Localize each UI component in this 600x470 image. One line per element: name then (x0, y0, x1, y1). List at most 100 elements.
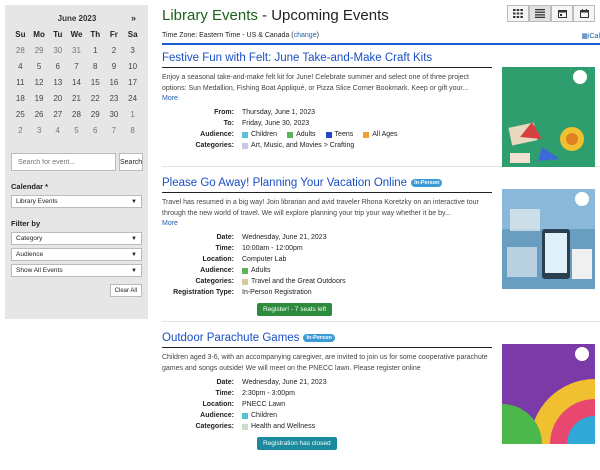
calendar-day[interactable]: 6 (48, 59, 67, 75)
calendar-day[interactable]: 14 (67, 75, 86, 91)
calendar-day[interactable]: 29 (30, 43, 49, 59)
calendar-day[interactable]: 7 (105, 123, 124, 139)
audience-tag[interactable]: Teens (325, 129, 354, 140)
calendar-day[interactable]: 29 (86, 107, 105, 123)
search-button[interactable]: Search (119, 153, 144, 171)
grid-view-icon[interactable] (507, 5, 529, 22)
calendar-day-icon[interactable] (551, 5, 573, 22)
audience-select[interactable]: Audience ▼ (11, 248, 142, 261)
registration-label: Registration Type: (173, 289, 234, 296)
calendar-day[interactable]: 7 (67, 59, 86, 75)
calendar-month: June 2023 (57, 13, 97, 23)
event-image[interactable] (502, 67, 595, 167)
category-tag[interactable]: Art, Music, and Movies > Crafting (242, 140, 354, 151)
calendar-day[interactable]: 26 (30, 107, 49, 123)
page-title-sub: - Upcoming Events (257, 7, 389, 24)
calendar-day[interactable]: 5 (67, 123, 86, 139)
calendar-day[interactable]: 15 (86, 75, 105, 91)
detail-value: Wednesday, June 21, 2023 (242, 234, 327, 241)
categories-label: Categories: (195, 142, 234, 149)
detail-value: PNECC Lawn (242, 401, 286, 408)
clear-all-button[interactable]: Clear All (109, 284, 142, 297)
category-tag[interactable]: Health and Wellness (242, 421, 315, 432)
calendar-day[interactable]: 4 (11, 59, 30, 75)
change-timezone-link[interactable]: change (294, 32, 317, 39)
calendar-day[interactable]: 23 (105, 91, 124, 107)
audience-tag[interactable]: All Ages (363, 129, 398, 140)
event-title-row: Please Go Away! Planning Your Vacation O… (162, 177, 600, 189)
audience-tag[interactable]: Children (242, 410, 277, 421)
calendar-header: June 2023 » (11, 11, 142, 25)
show-events-select[interactable]: Show All Events ▼ (11, 264, 142, 277)
calendar-day[interactable]: 3 (123, 43, 142, 59)
page-title-main: Library Events (162, 7, 258, 24)
event-title-link[interactable]: Outdoor Parachute Games (162, 332, 299, 344)
calendar-day[interactable]: 4 (48, 123, 67, 139)
detail-label: Time: (215, 390, 234, 397)
next-month-button[interactable]: » (131, 13, 136, 23)
color-swatch-icon (242, 131, 248, 138)
calendar-day[interactable]: 6 (86, 123, 105, 139)
color-swatch-icon (242, 142, 248, 149)
register-button[interactable]: Register! - 7 seats left (257, 303, 333, 316)
calendar-day[interactable]: 9 (105, 59, 124, 75)
category-tag[interactable]: Travel and the Great Outdoors (242, 276, 346, 287)
event-title-link[interactable]: Festive Fun with Felt: June Take-and-Mak… (162, 52, 432, 64)
calendar-day[interactable]: 11 (11, 75, 30, 91)
calendar-day[interactable]: 22 (86, 91, 105, 107)
sidebar: June 2023 » Su Mo Tu We Th Fr Sa 28 29 30 31 1 2 3 4 5 6… (5, 5, 148, 319)
calendar-day[interactable]: 12 (30, 75, 49, 91)
calendar-day[interactable]: 31 (67, 43, 86, 59)
weekday-header: Th (90, 30, 101, 39)
color-swatch-icon (242, 412, 248, 419)
calendar-day[interactable]: 24 (123, 91, 142, 107)
category-select[interactable]: Category ▼ (11, 232, 142, 245)
detail-value: 2:30pm - 3:00pm (242, 390, 295, 397)
main-content: Library Events - Upcoming Events Time Zo… (162, 5, 600, 462)
ical-link[interactable]: ▦iCal (581, 32, 600, 40)
list-view-icon[interactable] (529, 5, 551, 22)
event-image[interactable] (502, 344, 595, 444)
audience-label: Audience: (200, 131, 234, 138)
calendar-day[interactable]: 20 (48, 91, 67, 107)
calendar-select[interactable]: Library Events ▼ (11, 195, 142, 208)
event-image[interactable] (502, 189, 595, 289)
calendar-day[interactable]: 5 (30, 59, 49, 75)
calendar-day[interactable]: 17 (123, 75, 142, 91)
calendar-day[interactable]: 25 (11, 107, 30, 123)
calendar-day[interactable]: 8 (86, 59, 105, 75)
audience-tag[interactable]: Children (242, 129, 277, 140)
calendar-day[interactable]: 28 (11, 43, 30, 59)
chevron-down-icon: ▼ (131, 251, 137, 258)
calendar-day[interactable]: 3 (30, 123, 49, 139)
mini-calendar: Su Mo Tu We Th Fr Sa 28 29 30 31 1 2 3 4 5 6 7 8 9 10 11 12 13 1… (11, 27, 142, 139)
timezone-row: Time Zone: Eastern Time - US & Canada (c… (162, 32, 600, 40)
calendar-month-icon[interactable] (573, 5, 595, 22)
event-title-link[interactable]: Please Go Away! Planning Your Vacation O… (162, 177, 407, 189)
registration-value: In-Person Registration (242, 289, 312, 296)
audience-name: Teens (334, 131, 354, 138)
calendar-day[interactable]: 16 (105, 75, 124, 91)
registration-closed-button[interactable]: Registration has closed (257, 437, 337, 450)
calendar-day[interactable]: 30 (105, 107, 124, 123)
color-swatch-icon (242, 278, 248, 285)
calendar-day[interactable]: 13 (48, 75, 67, 91)
calendar-day[interactable]: 19 (30, 91, 49, 107)
calendar-day[interactable]: 27 (48, 107, 67, 123)
calendar-day[interactable]: 30 (48, 43, 67, 59)
audience-tag[interactable]: Adults (287, 129, 316, 140)
calendar-day[interactable]: 1 (123, 107, 142, 123)
calendar-day[interactable]: 10 (123, 59, 142, 75)
color-swatch-icon (242, 267, 248, 274)
calendar-day[interactable]: 28 (67, 107, 86, 123)
audience-name: Adults (251, 267, 271, 274)
view-switcher (507, 5, 595, 22)
calendar-day[interactable]: 21 (67, 91, 86, 107)
calendar-day[interactable]: 8 (123, 123, 142, 139)
audience-tag[interactable]: Adults (242, 265, 270, 276)
calendar-day[interactable]: 1 (86, 43, 105, 59)
calendar-day[interactable]: 2 (105, 43, 124, 59)
calendar-day[interactable]: 2 (11, 123, 30, 139)
search-input[interactable] (11, 153, 116, 171)
calendar-day[interactable]: 18 (11, 91, 30, 107)
